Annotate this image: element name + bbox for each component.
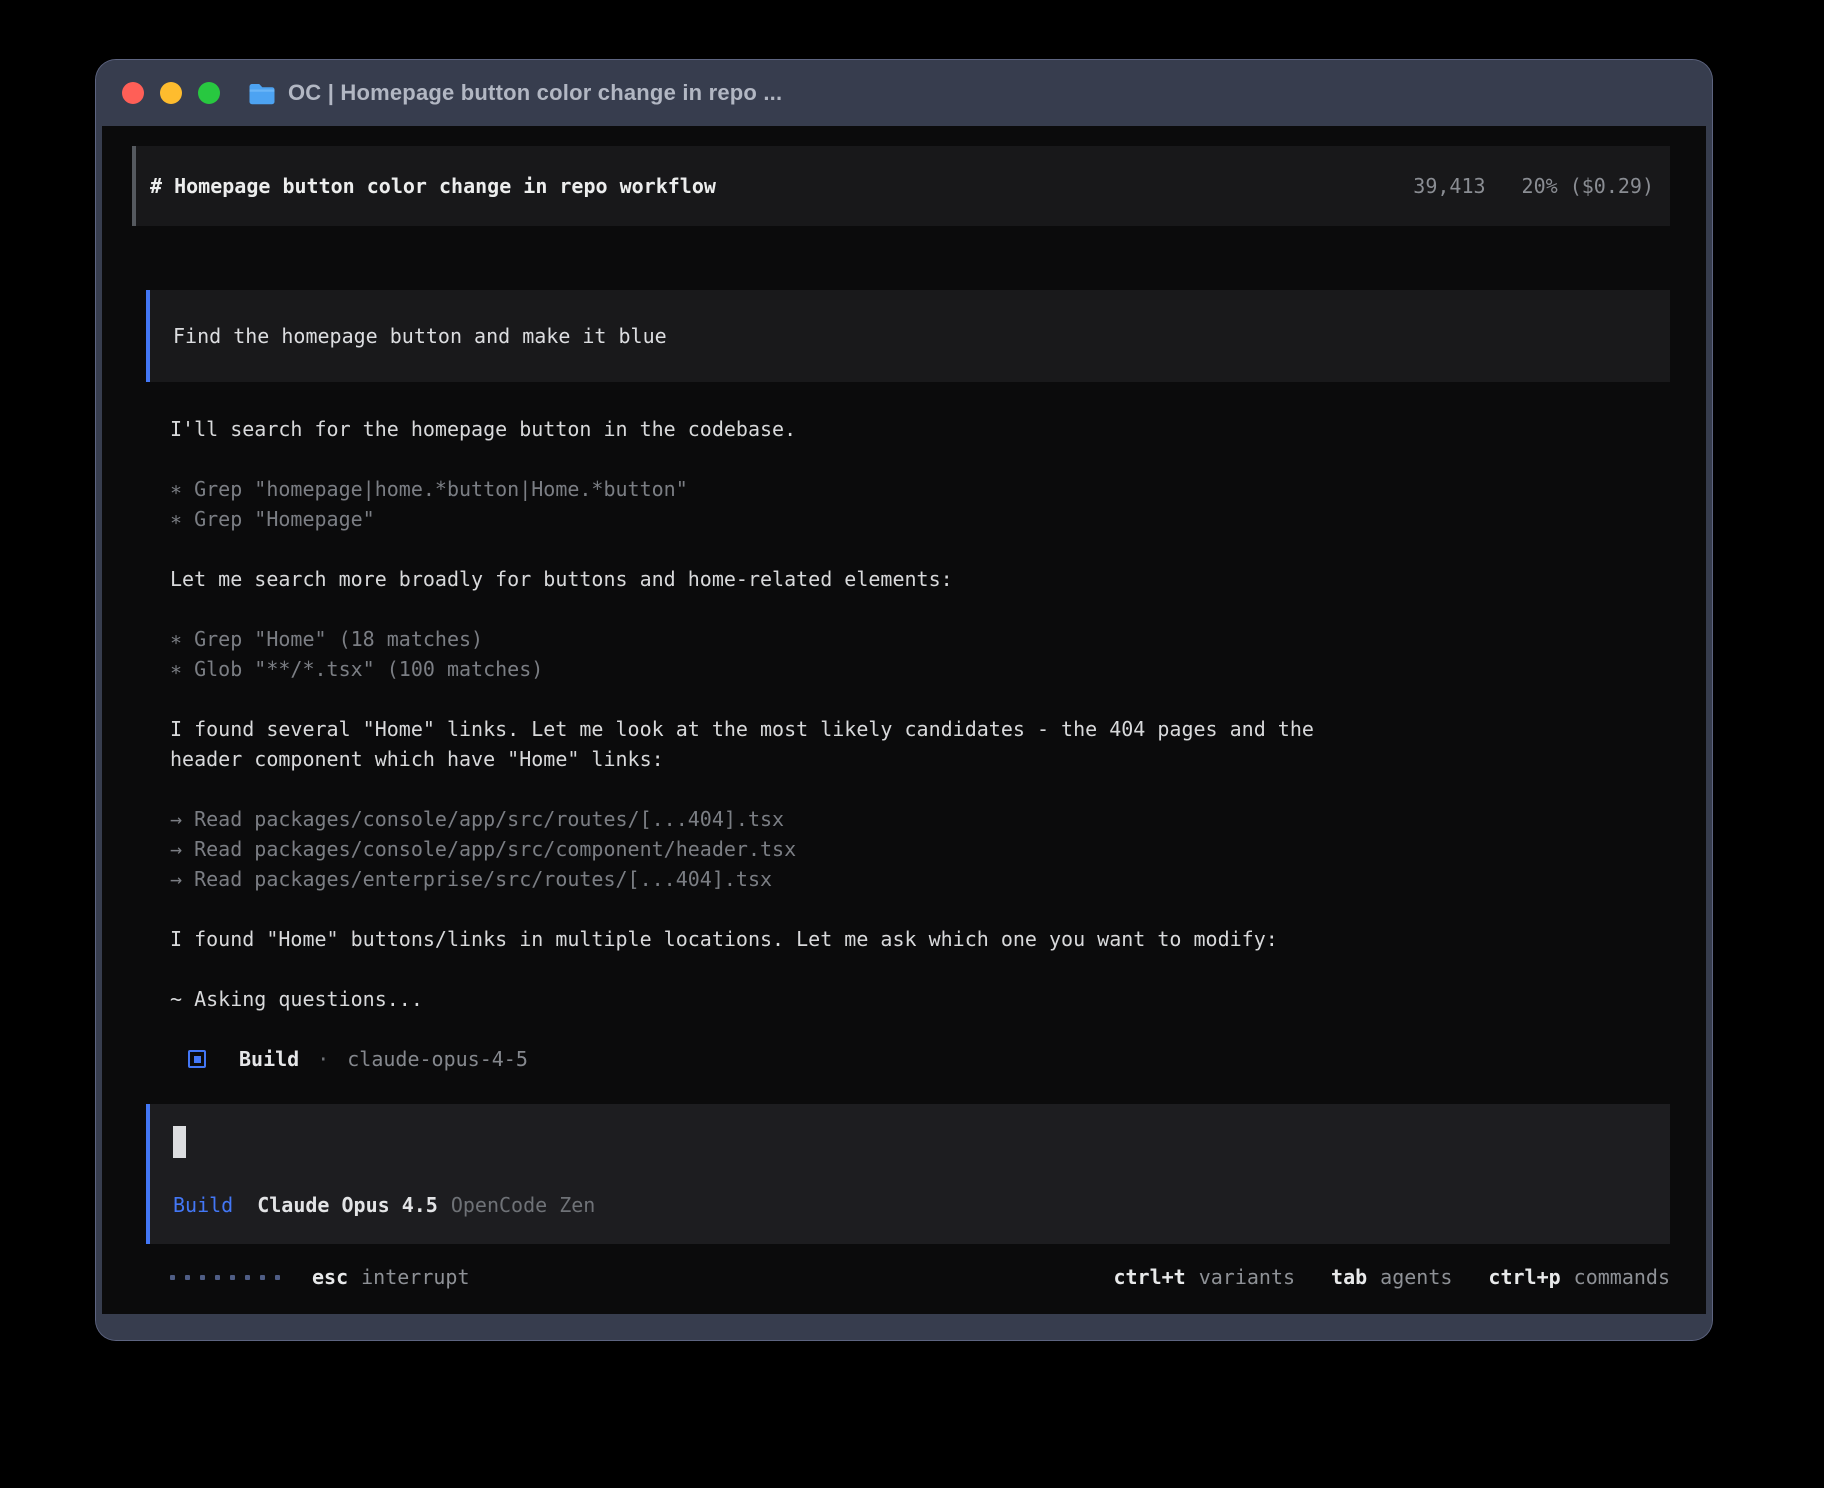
keyboard-hints: ctrl+t variants tab agents ctrl+p commands bbox=[1113, 1262, 1670, 1292]
agent-model-id: claude-opus-4-5 bbox=[347, 1044, 528, 1074]
tool-call-line: ∗ Grep "homepage|home.*button|Home.*butt… bbox=[170, 474, 1670, 504]
agent-status-row: Build · claude-opus-4-5 bbox=[188, 1044, 1670, 1074]
blank-line bbox=[170, 594, 1670, 624]
spinner-dot bbox=[185, 1275, 190, 1280]
tool-call-line: → Read packages/enterprise/src/routes/[.… bbox=[170, 864, 1670, 894]
hint-key: ctrl+p bbox=[1488, 1262, 1560, 1292]
blank-line bbox=[170, 894, 1670, 924]
session-header: # Homepage button color change in repo w… bbox=[132, 146, 1670, 226]
user-message: Find the homepage button and make it blu… bbox=[146, 290, 1670, 382]
window-bottom-frame bbox=[96, 1314, 1712, 1340]
agent-name: Build bbox=[239, 1044, 299, 1074]
hint-label: variants bbox=[1199, 1262, 1295, 1292]
session-title: # Homepage button color change in repo w… bbox=[150, 171, 716, 201]
user-message-text: Find the homepage button and make it blu… bbox=[173, 321, 667, 351]
spinner-dot bbox=[260, 1275, 265, 1280]
folder-icon bbox=[248, 82, 276, 105]
assistant-text-line: header component which have "Home" links… bbox=[170, 744, 1670, 774]
close-button[interactable] bbox=[122, 82, 144, 104]
keyboard-hint: tab agents bbox=[1331, 1262, 1452, 1292]
context-cost: 20% ($0.29) bbox=[1522, 171, 1654, 201]
spinner-dot bbox=[200, 1275, 205, 1280]
text-cursor bbox=[173, 1126, 186, 1158]
prompt-input[interactable]: Build Claude Opus 4.5 OpenCode Zen bbox=[146, 1104, 1670, 1244]
terminal-window: OC | Homepage button color change in rep… bbox=[96, 60, 1712, 1340]
spinner-dots bbox=[170, 1275, 280, 1280]
tool-call-line: ∗ Grep "Home" (18 matches) bbox=[170, 624, 1670, 654]
hint-key: tab bbox=[1331, 1262, 1367, 1292]
blank-line bbox=[170, 684, 1670, 714]
keyboard-hint: ctrl+p commands bbox=[1488, 1262, 1670, 1292]
interrupt-label: interrupt bbox=[361, 1262, 469, 1292]
assistant-text-line: ~ Asking questions... bbox=[170, 984, 1670, 1014]
tool-call-line: → Read packages/console/app/src/routes/[… bbox=[170, 804, 1670, 834]
input-provider-label: OpenCode Zen bbox=[451, 1190, 596, 1220]
session-stats: 39,413 20% ($0.29) bbox=[1413, 171, 1654, 201]
keyboard-hint: ctrl+t variants bbox=[1113, 1262, 1295, 1292]
blank-line bbox=[170, 954, 1670, 984]
hint-label: commands bbox=[1574, 1262, 1670, 1292]
terminal-content: # Homepage button color change in repo w… bbox=[102, 126, 1706, 1314]
agent-mode-icon bbox=[188, 1050, 206, 1068]
status-bar: esc interrupt ctrl+tvariantstabagentsctr… bbox=[170, 1262, 1670, 1292]
window-title: OC | Homepage button color change in rep… bbox=[288, 80, 782, 106]
tool-call-line: ∗ Grep "Homepage" bbox=[170, 504, 1670, 534]
spinner-dot bbox=[215, 1275, 220, 1280]
blank-line bbox=[170, 534, 1670, 564]
assistant-text-line: I found "Home" buttons/links in multiple… bbox=[170, 924, 1670, 954]
zoom-button[interactable] bbox=[198, 82, 220, 104]
tool-call-line: → Read packages/console/app/src/componen… bbox=[170, 834, 1670, 864]
hint-key: ctrl+t bbox=[1113, 1262, 1185, 1292]
input-mode-label[interactable]: Build bbox=[173, 1190, 233, 1220]
blank-line bbox=[170, 444, 1670, 474]
traffic-lights bbox=[122, 82, 220, 104]
input-meta: Build Claude Opus 4.5 OpenCode Zen bbox=[173, 1190, 1644, 1220]
blank-line bbox=[170, 774, 1670, 804]
assistant-output: I'll search for the homepage button in t… bbox=[170, 414, 1670, 1014]
spinner-dot bbox=[230, 1275, 235, 1280]
token-count: 39,413 bbox=[1413, 171, 1485, 201]
status-left: esc interrupt bbox=[170, 1262, 470, 1292]
minimize-button[interactable] bbox=[160, 82, 182, 104]
window-titlebar[interactable]: OC | Homepage button color change in rep… bbox=[96, 60, 1712, 126]
assistant-text-line: Let me search more broadly for buttons a… bbox=[170, 564, 1670, 594]
interrupt-key: esc bbox=[312, 1262, 348, 1292]
assistant-text-line: I found several "Home" links. Let me loo… bbox=[170, 714, 1670, 744]
spinner-dot bbox=[245, 1275, 250, 1280]
assistant-text-line: I'll search for the homepage button in t… bbox=[170, 414, 1670, 444]
agent-separator: · bbox=[317, 1044, 329, 1074]
hint-label: agents bbox=[1380, 1262, 1452, 1292]
spinner-dot bbox=[275, 1275, 280, 1280]
tool-call-line: ∗ Glob "**/*.tsx" (100 matches) bbox=[170, 654, 1670, 684]
input-model-label: Claude Opus 4.5 bbox=[257, 1190, 438, 1220]
spinner-dot bbox=[170, 1275, 175, 1280]
